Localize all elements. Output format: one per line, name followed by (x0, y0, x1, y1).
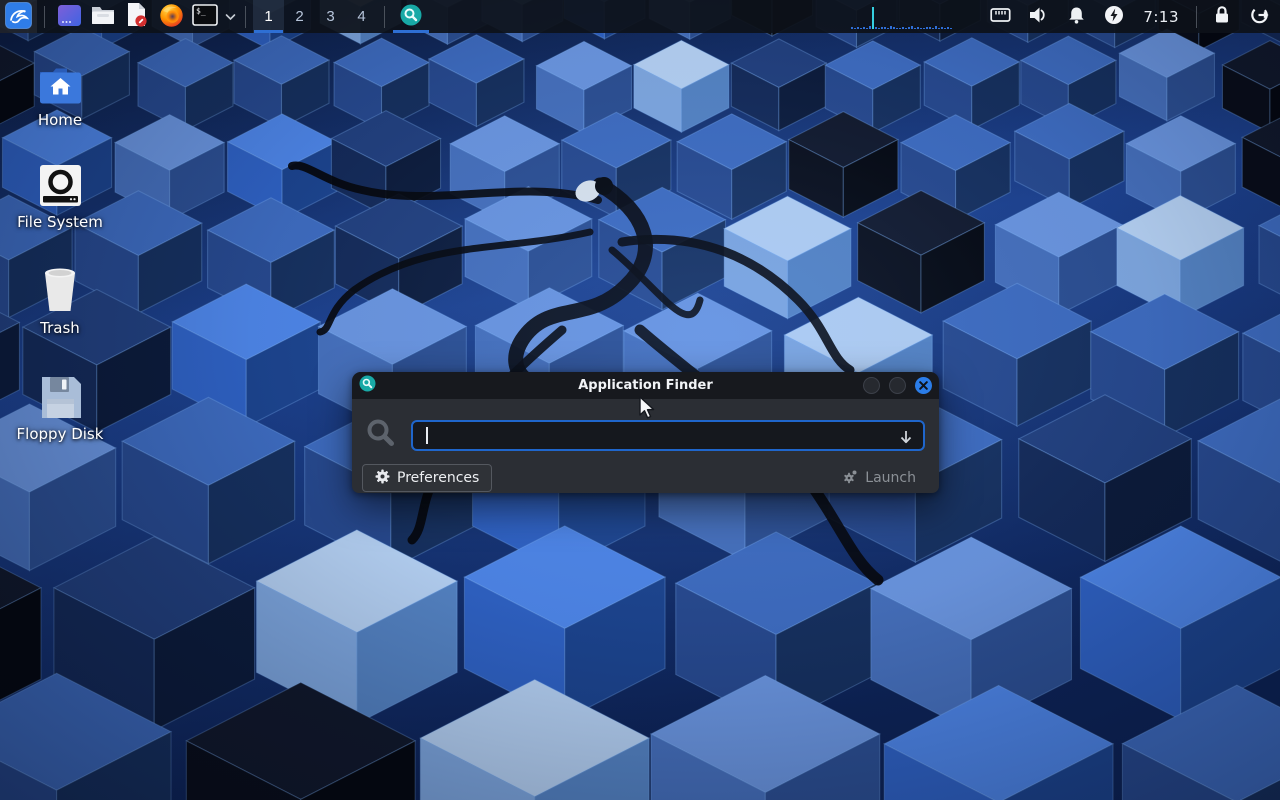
cpu-graph-widget[interactable] (851, 0, 953, 35)
launch-label: Launch (865, 470, 916, 486)
network-icon (990, 6, 1011, 27)
top-panel: $_ 1 2 3 4 (0, 0, 1280, 33)
terminal-icon: $_ (192, 4, 218, 29)
close-icon (919, 378, 928, 393)
volume-icon (1028, 6, 1048, 27)
workspace-button-3[interactable]: 3 (315, 0, 346, 33)
panel-clock[interactable]: 7:13 (1133, 8, 1189, 26)
svg-text:$_: $_ (196, 7, 206, 16)
gear-icon (375, 469, 390, 488)
chevron-down-icon (225, 9, 236, 24)
tasklist-application-finder[interactable] (392, 0, 430, 33)
text-caret (426, 427, 428, 444)
file-manager-icon (90, 3, 116, 30)
desktop-icon-label: Floppy Disk (8, 425, 112, 443)
text-editor-icon (125, 2, 149, 31)
workspace-button-4[interactable]: 4 (346, 0, 377, 33)
app-grid-icon (57, 3, 82, 31)
volume-tray-button[interactable] (1019, 0, 1057, 33)
search-input[interactable] (413, 422, 923, 449)
button-row: Preferences Launch (352, 464, 939, 492)
preferences-label: Preferences (397, 470, 479, 486)
lock-screen-button[interactable] (1204, 0, 1240, 33)
desktop-icon-label: Home (8, 111, 112, 129)
arrow-down-icon[interactable] (897, 428, 915, 450)
window-controls (863, 377, 932, 394)
applications-menu-button[interactable] (0, 0, 37, 33)
notifications-bell-icon (1067, 6, 1086, 28)
close-button[interactable] (915, 377, 932, 394)
application-finder-icon (399, 3, 423, 30)
desktop-icon-home[interactable]: Home (8, 54, 112, 129)
hard-drive-icon (8, 156, 112, 208)
application-finder-window: Application Finder (352, 372, 939, 493)
power-manager-icon (1104, 5, 1124, 28)
window-title: Application Finder (352, 378, 939, 393)
kali-menu-icon (5, 2, 32, 32)
lock-screen-icon (1212, 5, 1232, 28)
desktop-icon-floppy-disk[interactable]: Floppy Disk (8, 368, 112, 443)
terminal-dropdown-button[interactable] (222, 0, 238, 33)
network-tray-button[interactable] (981, 0, 1019, 33)
launcher-terminal[interactable]: $_ (188, 0, 222, 33)
desktop-icon-trash[interactable]: Trash (8, 262, 112, 337)
trash-can-icon (8, 262, 112, 314)
search-input-box (411, 420, 925, 451)
desktop-icon-label: Trash (8, 319, 112, 337)
search-row (352, 418, 939, 452)
logout-icon (1250, 5, 1270, 28)
system-tray (981, 0, 1133, 33)
workspace-button-1[interactable]: 1 (253, 0, 284, 33)
window-titlebar[interactable]: Application Finder (352, 372, 939, 399)
maximize-button[interactable] (889, 377, 906, 394)
preferences-button[interactable]: Preferences (362, 464, 492, 492)
launcher-firefox[interactable] (154, 0, 188, 33)
desktop-icon-label: File System (8, 213, 112, 231)
launch-gears-icon (843, 469, 858, 488)
minimize-button[interactable] (863, 377, 880, 394)
workspace-button-2[interactable]: 2 (284, 0, 315, 33)
panel-separator (245, 6, 246, 28)
launcher-file-manager[interactable] (86, 0, 120, 33)
panel-separator (384, 6, 385, 28)
launch-button[interactable]: Launch (830, 464, 929, 492)
search-icon (366, 418, 396, 452)
firefox-icon (159, 3, 184, 31)
panel-separator (1196, 6, 1197, 28)
launcher-text-editor[interactable] (120, 0, 154, 33)
application-finder-icon (359, 375, 376, 396)
power-manager-tray-button[interactable] (1095, 0, 1133, 33)
panel-separator (44, 6, 45, 28)
notifications-tray-button[interactable] (1057, 0, 1095, 33)
floppy-disk-icon (8, 368, 112, 420)
launcher-app-grid[interactable] (52, 0, 86, 33)
home-folder-icon (8, 54, 112, 106)
logout-button[interactable] (1240, 0, 1280, 33)
desktop-icon-file-system[interactable]: File System (8, 156, 112, 231)
